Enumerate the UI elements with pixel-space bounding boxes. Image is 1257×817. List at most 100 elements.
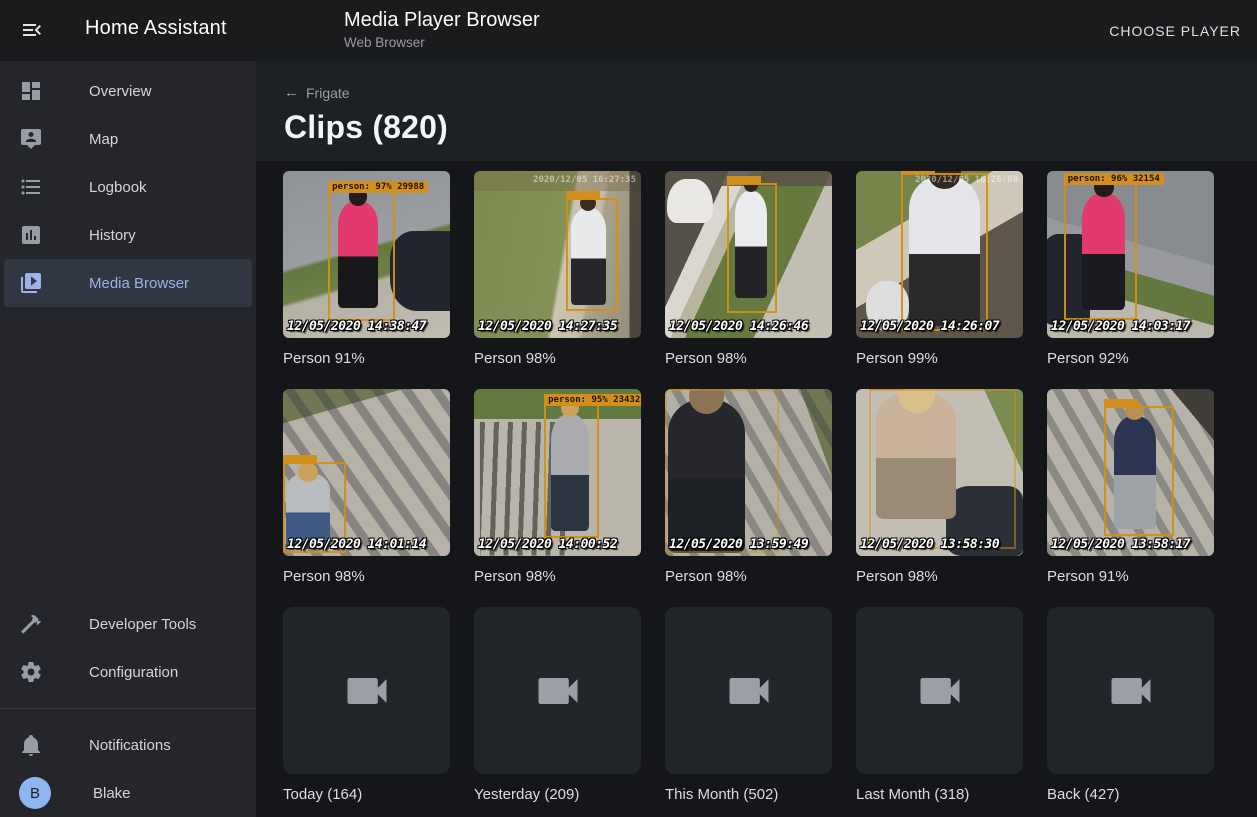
clip-timestamp: 12/05/2020 13:58:30 [860,537,999,552]
detection-bounding-box [566,198,618,312]
sidebar-item-map[interactable]: Map [4,115,252,163]
view-dashboard-icon [19,79,43,103]
app-title: Home Assistant [85,17,227,40]
clip-thumbnail: 12/05/2020 13:58:17 [1047,389,1214,556]
tooltip-account-icon [19,127,43,151]
sidebar-item-label: Configuration [89,664,178,681]
clip-caption: Person 98% [474,568,641,585]
clip-caption: Person 91% [1047,568,1214,585]
clip-card[interactable]: 12/05/2020 14:26:46 Person 98% [665,171,832,367]
hammer-icon [19,612,43,636]
folder-card[interactable]: Yesterday (209) [474,607,641,803]
sidebar-item-label: Notifications [89,737,171,754]
media-grid: person: 97% 2998812/05/2020 14:38:47Pers… [283,171,1257,803]
page-header-subtitle: Web Browser [344,35,540,50]
folder-thumbnail [283,607,450,774]
clip-caption: Person 91% [283,350,450,367]
clip-card[interactable]: person: 95% 2343212/05/2020 14:00:52Pers… [474,389,641,585]
page-header-title: Media Player Browser [344,9,540,32]
choose-player-button[interactable]: CHOOSE PLAYER [1109,0,1241,61]
folder-card[interactable]: Today (164) [283,607,450,803]
clip-caption: Person 92% [1047,350,1214,367]
sidebar-item-developer-tools[interactable]: Developer Tools [4,600,252,648]
folder-thumbnail [665,607,832,774]
sidebar-item-user-profile[interactable]: B Blake [4,769,252,817]
detection-bounding-box: person: 95% 23432 [544,404,599,538]
detection-bounding-box: person: 96% 32154 [1064,183,1137,320]
clip-card[interactable]: person: 97% 2998812/05/2020 14:38:47Pers… [283,171,450,367]
detection-label: person: 96% 32154 [1064,173,1164,185]
clip-caption: Person 98% [665,350,832,367]
video-camera-icon [914,665,966,717]
folder-card[interactable]: Back (427) [1047,607,1214,803]
sidebar-item-logbook[interactable]: Logbook [4,163,252,211]
folder-card[interactable]: This Month (502) [665,607,832,803]
detection-bounding-box [727,183,777,313]
sidebar: Overview Map Logbook History Media Browser De… [0,61,256,817]
clip-thumbnail: 12/05/2020 13:59:49 [665,389,832,556]
clip-timestamp: 12/05/2020 14:38:47 [287,319,426,334]
clip-timestamp: 12/05/2020 14:26:46 [669,319,808,334]
bell-icon [19,733,43,757]
page-header: Media Player Browser Web Browser [344,9,540,50]
clip-timestamp: 12/05/2020 14:03:17 [1051,319,1190,334]
clip-thumbnail: person: 96% 3215412/05/2020 14:03:17 [1047,171,1214,338]
clip-thumbnail: 12/05/2020 13:58:30 [856,389,1023,556]
detection-label-small [665,389,699,390]
detection-bounding-box [901,173,988,332]
clip-card[interactable]: 2020/12/05 16:26:0812/05/2020 14:26:07Pe… [856,171,1023,367]
detection-label-small [1104,399,1138,407]
clip-thumbnail: 12/05/2020 14:26:46 [665,171,832,338]
folder-caption: Today (164) [283,786,450,803]
avatar: B [19,777,51,809]
sidebar-item-label: Overview [89,83,152,100]
sidebar-item-label: Logbook [89,179,147,196]
detection-label-small [901,171,935,174]
breadcrumb[interactable]: ← Frigate [284,85,350,101]
clip-card[interactable]: 12/05/2020 13:58:17 Person 91% [1047,389,1214,585]
folder-thumbnail [1047,607,1214,774]
clip-caption: Person 98% [283,568,450,585]
clip-card[interactable]: 12/05/2020 13:58:30Person 98% [856,389,1023,585]
clip-card[interactable]: person: 96% 3215412/05/2020 14:03:17Pers… [1047,171,1214,367]
folder-card[interactable]: Last Month (318) [856,607,1023,803]
folder-caption: Back (427) [1047,786,1214,803]
video-camera-icon [723,665,775,717]
clip-timestamp: 12/05/2020 13:59:49 [669,537,808,552]
folder-thumbnail [474,607,641,774]
clip-thumbnail: 2020/12/05 16:27:3512/05/2020 14:27:35 [474,171,641,338]
sidebar-item-notifications[interactable]: Notifications [4,721,252,769]
media-browser-content: ← Frigate Clips (820) person: 97% 299881… [256,61,1257,817]
format-list-bulleted-icon [19,175,43,199]
clip-card[interactable]: 12/05/2020 13:59:49Person 98% [665,389,832,585]
content-header: ← Frigate Clips (820) [256,61,1257,161]
arrow-left-icon: ← [284,85,299,100]
sidebar-item-label: Map [89,131,118,148]
sidebar-item-configuration[interactable]: Configuration [4,648,252,696]
sidebar-item-media-browser[interactable]: Media Browser [4,259,252,307]
scene-object [667,179,714,222]
detection-label: person: 97% 29988 [328,181,428,193]
detection-label-small [727,176,761,184]
sidebar-item-overview[interactable]: Overview [4,67,252,115]
sidebar-divider [0,708,256,709]
clip-card[interactable]: 12/05/2020 14:01:14 Person 98% [283,389,450,585]
poll-box-icon [19,223,43,247]
sidebar-item-label: History [89,227,136,244]
folder-caption: Yesterday (209) [474,786,641,803]
detection-label: person: 95% 23432 [544,394,641,406]
folder-caption: Last Month (318) [856,786,1023,803]
clip-card[interactable]: 2020/12/05 16:27:3512/05/2020 14:27:35 Pe… [474,171,641,367]
page-title: Clips (820) [284,109,1257,146]
clip-timestamp: 12/05/2020 14:01:14 [287,537,426,552]
detection-bounding-box: person: 97% 29988 [328,191,395,321]
menu-open-icon[interactable] [20,18,44,42]
detection-bounding-box [869,389,1016,549]
sidebar-item-history[interactable]: History [4,211,252,259]
play-box-multiple-icon [19,271,43,295]
user-name: Blake [93,785,131,802]
detection-bounding-box [665,389,779,553]
clip-caption: Person 98% [474,350,641,367]
cog-icon [19,660,43,684]
sidebar-item-label: Developer Tools [89,616,196,633]
